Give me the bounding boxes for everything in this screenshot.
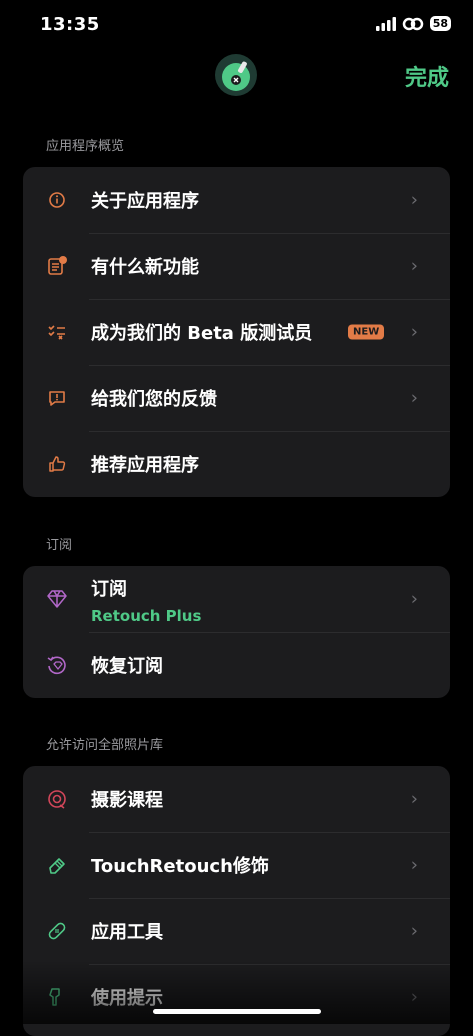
new-badge: NEW — [348, 324, 385, 340]
battery-indicator: 58 — [429, 16, 451, 31]
library-card: 摄影课程 › TouchRetouch修饰 › 应用工具 › 使用提示 › — [23, 766, 450, 1036]
row-usage-tips[interactable]: 使用提示 › — [23, 964, 450, 1030]
section-title-overview: 应用程序概览 — [46, 139, 125, 154]
row-whats-new[interactable]: 有什么新功能 › — [23, 233, 450, 299]
status-icons: 58 — [375, 16, 451, 31]
chevron-right-icon: › — [410, 189, 418, 211]
feedback-bubble-icon — [45, 386, 69, 410]
diamond-icon — [45, 587, 69, 611]
row-app-tools[interactable]: 应用工具 › — [23, 898, 450, 964]
brush-icon — [45, 985, 69, 1009]
row-label: 使用提示 — [91, 988, 163, 1009]
chevron-right-icon: › — [410, 788, 418, 810]
row-label: 关于应用程序 — [91, 191, 199, 212]
row-label: 有什么新功能 — [91, 257, 199, 278]
row-photo-course[interactable]: 摄影课程 › — [23, 766, 450, 832]
home-indicator[interactable] — [153, 1009, 321, 1014]
status-time: 13:35 — [40, 14, 100, 35]
app-logo-icon — [215, 54, 257, 96]
section-title-subscription: 订阅 — [46, 538, 73, 553]
chevron-right-icon: › — [410, 588, 418, 610]
chevron-right-icon: › — [410, 986, 418, 1008]
camera-lens-icon — [45, 787, 69, 811]
checklist-icon — [45, 320, 69, 344]
row-label: 应用工具 — [91, 922, 163, 943]
restore-icon — [45, 653, 69, 677]
row-beta-tester[interactable]: 成为我们的 Beta 版测试员 NEW › — [23, 299, 450, 365]
row-label: 推荐应用程序 — [91, 455, 199, 476]
row-label: 摄影课程 — [91, 790, 163, 811]
new-document-icon — [45, 254, 69, 278]
row-subscribe[interactable]: 订阅 Retouch Plus › — [23, 566, 450, 632]
cellular-signal-icon — [375, 16, 396, 31]
overview-card: 关于应用程序 › 有什么新功能 › 成为我们的 Beta 版测试员 NEW › … — [23, 167, 450, 497]
chevron-right-icon: › — [410, 387, 418, 409]
done-button[interactable]: 完成 — [405, 60, 449, 92]
status-bar: 13:35 58 — [0, 0, 473, 50]
link-icon — [402, 17, 423, 30]
bandage-icon — [45, 919, 69, 943]
chevron-right-icon: › — [410, 920, 418, 942]
top-bar: 完成 — [0, 50, 473, 100]
chevron-right-icon: › — [410, 321, 418, 343]
row-sublabel: Retouch Plus — [91, 607, 202, 625]
row-about-app[interactable]: 关于应用程序 › — [23, 167, 450, 233]
section-title-library: 允许访问全部照片库 — [46, 738, 164, 753]
chevron-right-icon: › — [410, 255, 418, 277]
eraser-icon — [45, 853, 69, 877]
row-touchretouch[interactable]: TouchRetouch修饰 › — [23, 832, 450, 898]
row-restore-subscription[interactable]: 恢复订阅 — [23, 632, 450, 698]
row-feedback[interactable]: 给我们您的反馈 › — [23, 365, 450, 431]
row-label: 订阅 — [91, 579, 127, 600]
chevron-right-icon: › — [410, 854, 418, 876]
subscription-card: 订阅 Retouch Plus › 恢复订阅 — [23, 566, 450, 698]
row-label: 成为我们的 Beta 版测试员 — [91, 323, 313, 344]
row-label: 恢复订阅 — [91, 656, 163, 677]
row-recommend-app[interactable]: 推荐应用程序 — [23, 431, 450, 497]
row-label: 给我们您的反馈 — [91, 389, 217, 410]
info-icon — [45, 188, 69, 212]
thumbs-up-icon — [45, 452, 69, 476]
row-label: TouchRetouch修饰 — [91, 856, 269, 877]
